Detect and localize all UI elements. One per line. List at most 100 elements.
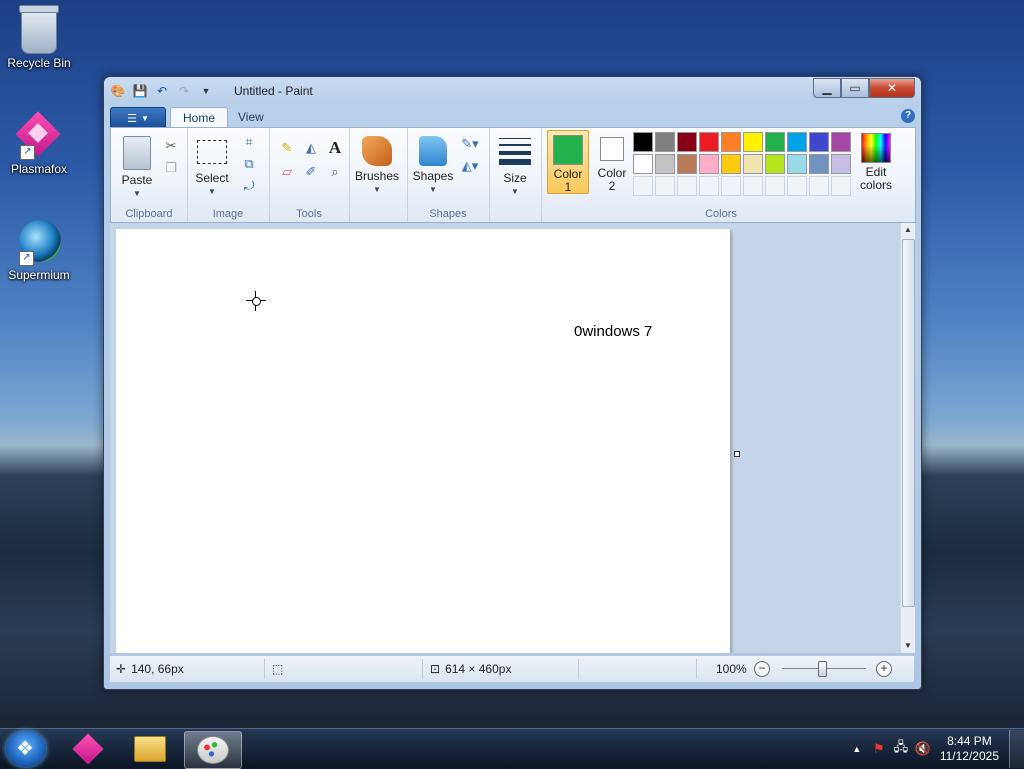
resize-icon[interactable]: ⧉ [239, 154, 259, 174]
shapes-button[interactable]: Shapes ▼ [411, 136, 455, 196]
zoom-in-button[interactable]: + [876, 661, 892, 677]
palette-swatch-empty[interactable] [633, 176, 653, 196]
brushes-button[interactable]: Brushes ▼ [353, 136, 401, 196]
crosshair-cursor-icon [246, 291, 266, 311]
pencil-icon[interactable]: ✎ [277, 138, 297, 158]
system-tray: ▲ ⚑ 🖧 🔇 8:44 PM 11/12/2025 [846, 729, 1024, 769]
palette-swatch[interactable] [699, 132, 719, 152]
title-bar[interactable]: 🎨 💾 ↶ ↷ ▼ Untitled - Paint ▁ ▭ ✕ [104, 77, 921, 105]
palette-swatch-empty[interactable] [655, 176, 675, 196]
text-tool-icon[interactable]: A [325, 138, 345, 158]
palette-swatch[interactable] [721, 132, 741, 152]
customize-qat-icon[interactable]: ▼ [198, 83, 214, 99]
palette-swatch[interactable] [633, 154, 653, 174]
taskbar-paint[interactable] [184, 731, 242, 769]
zoom-slider-thumb[interactable] [818, 661, 827, 677]
desktop-icon-recycle-bin[interactable]: Recycle Bin [4, 5, 74, 70]
palette-swatch-empty[interactable] [699, 176, 719, 196]
vertical-scrollbar[interactable]: ▲ ▼ [900, 223, 915, 653]
scrollbar-thumb[interactable] [902, 239, 915, 607]
group-colors: Color 1 Color 2 Edit colors Colors [541, 128, 901, 222]
taskbar-plasmafox[interactable] [60, 731, 116, 767]
select-button[interactable]: Select ▼ [191, 136, 233, 198]
status-bar: ✛ 140, 66px ⬚ ⊡ 614 × 460px 100% − + [110, 655, 914, 682]
palette-swatch[interactable] [677, 132, 697, 152]
volume-muted-icon[interactable]: 🔇 [912, 741, 934, 757]
fill-icon[interactable]: ◭ [301, 138, 321, 158]
palette-swatch[interactable] [787, 154, 807, 174]
size-button[interactable]: Size ▼ [495, 136, 535, 198]
clock[interactable]: 8:44 PM 11/12/2025 [934, 734, 1009, 764]
palette-swatch-empty[interactable] [787, 176, 807, 196]
palette-swatch[interactable] [677, 154, 697, 174]
minimize-button[interactable]: ▁ [813, 78, 841, 98]
help-icon[interactable]: ? [901, 109, 915, 123]
palette-swatch[interactable] [655, 154, 675, 174]
scroll-up-icon[interactable]: ▲ [901, 223, 915, 237]
crop-icon[interactable]: ⌗ [239, 132, 259, 152]
show-desktop-button[interactable] [1009, 730, 1024, 768]
cut-icon[interactable]: ✂ [161, 136, 181, 156]
palette-swatch-empty[interactable] [831, 176, 851, 196]
palette-swatch[interactable] [633, 132, 653, 152]
palette-swatch[interactable] [809, 154, 829, 174]
redo-icon[interactable]: ↷ [176, 83, 192, 99]
color2-button[interactable]: Color 2 [591, 130, 633, 194]
palette-swatch-empty[interactable] [809, 176, 829, 196]
shape-fill-icon[interactable]: ◭▾ [457, 156, 483, 176]
palette-swatch[interactable] [655, 132, 675, 152]
outline-icon[interactable]: ✎▾ [457, 134, 483, 154]
tab-home[interactable]: Home [170, 107, 229, 128]
clipboard-icon [123, 136, 151, 170]
palette-swatch[interactable] [787, 132, 807, 152]
desktop-icon-supermium[interactable]: ↗ Supermium [4, 218, 74, 282]
desktop-icon-label: Supermium [8, 268, 70, 282]
select-icon [197, 140, 227, 164]
color2-swatch [600, 137, 624, 161]
palette-swatch[interactable] [721, 154, 741, 174]
palette-swatch-empty[interactable] [677, 176, 697, 196]
save-icon[interactable]: 💾 [132, 83, 148, 99]
close-button[interactable]: ✕ [869, 78, 915, 98]
canvas-resize-handle[interactable] [734, 451, 740, 457]
palette-swatch[interactable] [831, 154, 851, 174]
maximize-button[interactable]: ▭ [841, 78, 869, 98]
copy-icon[interactable]: ❐ [161, 158, 181, 178]
palette-swatch[interactable] [743, 154, 763, 174]
palette-swatch-empty[interactable] [765, 176, 785, 196]
show-hidden-icons-icon[interactable]: ▲ [846, 744, 868, 754]
tab-view[interactable]: View [226, 107, 276, 127]
edit-colors-button[interactable]: Edit colors [853, 130, 899, 194]
paste-button[interactable]: Paste ▼ [117, 136, 157, 200]
action-center-flag-icon[interactable]: ⚑ [868, 741, 890, 757]
scroll-down-icon[interactable]: ▼ [901, 639, 915, 653]
zoom-out-button[interactable]: − [754, 661, 770, 677]
paint-menu-button[interactable]: ☰ ▼ [110, 107, 166, 129]
network-icon[interactable]: 🖧 [890, 738, 912, 760]
start-button[interactable] [6, 731, 46, 767]
palette-swatch[interactable] [765, 154, 785, 174]
palette-swatch[interactable] [699, 154, 719, 174]
selection-size: ⬚ [272, 662, 283, 676]
palette-swatch[interactable] [831, 132, 851, 152]
undo-icon[interactable]: ↶ [154, 83, 170, 99]
palette-swatch[interactable] [809, 132, 829, 152]
color-picker-icon[interactable]: ✐ [301, 162, 321, 182]
drawing-canvas[interactable]: 0windows 7 [116, 229, 730, 653]
palette-swatch[interactable] [743, 132, 763, 152]
palette-swatch[interactable] [765, 132, 785, 152]
group-label: Tools [296, 208, 322, 220]
palette-swatch-empty[interactable] [721, 176, 741, 196]
recycle-bin-icon [19, 5, 59, 54]
group-label: Shapes [429, 208, 467, 220]
rotate-icon[interactable]: ⤾ [239, 176, 259, 196]
window-controls: ▁ ▭ ✕ [813, 78, 915, 98]
desktop-icon-plasmafox[interactable]: ↗ Plasmafox [4, 114, 74, 176]
palette-swatch-empty[interactable] [743, 176, 763, 196]
color1-button[interactable]: Color 1 [547, 130, 589, 194]
eraser-icon[interactable]: ▱ [277, 162, 297, 182]
magnifier-icon[interactable]: ⌕ [325, 162, 345, 182]
size-icon [499, 138, 531, 168]
taskbar-explorer[interactable] [122, 731, 178, 767]
cursor-position: ✛ 140, 66px [116, 662, 184, 676]
